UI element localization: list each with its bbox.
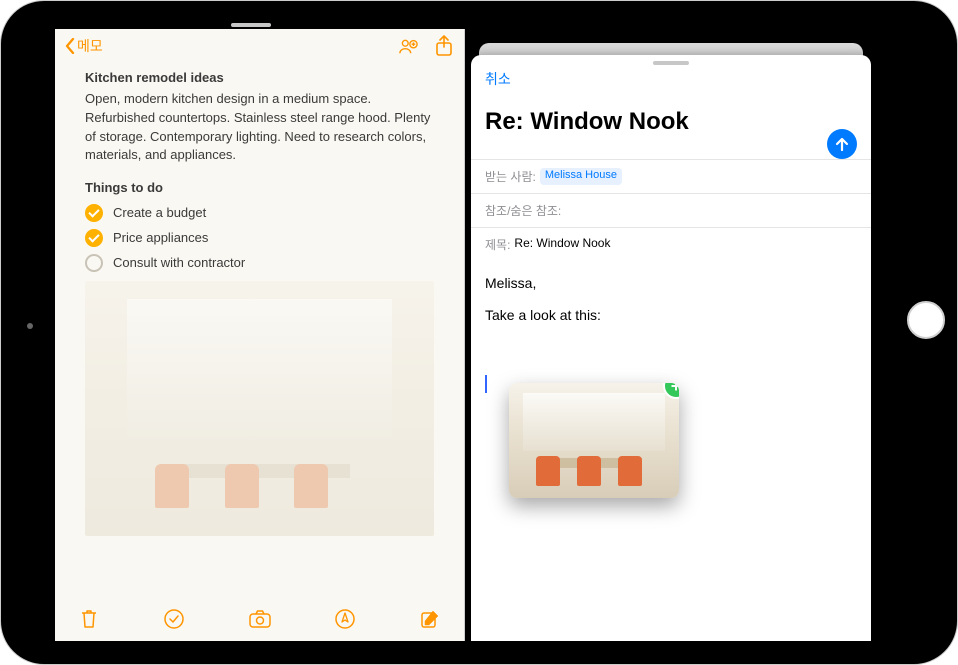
note-section-heading: Things to do — [85, 179, 434, 198]
todo-checkbox[interactable] — [85, 229, 103, 247]
notes-app-pane: 메모 Kitchen remodel ideas Open, modern ki… — [55, 29, 465, 641]
multitasking-handle-left[interactable] — [231, 23, 271, 27]
todo-item: Create a budget — [85, 204, 434, 223]
recipient-pill[interactable]: Melissa House — [540, 168, 622, 185]
mail-subject-heading: Re: Window Nook — [471, 102, 703, 146]
camera-button[interactable] — [248, 607, 272, 631]
split-view-screen: 메모 Kitchen remodel ideas Open, modern ki… — [55, 29, 875, 641]
cancel-button[interactable]: 취소 — [485, 69, 511, 89]
notes-header: 메모 — [55, 29, 464, 63]
note-content[interactable]: Kitchen remodel ideas Open, modern kitch… — [55, 63, 464, 597]
note-attached-image[interactable] — [85, 281, 434, 536]
send-button[interactable] — [827, 129, 857, 159]
battery-percent: 100% — [811, 12, 839, 24]
todo-item: Price appliances — [85, 229, 434, 248]
notes-bottom-toolbar — [55, 597, 464, 641]
back-label: 메모 — [77, 36, 103, 56]
share-button[interactable] — [434, 36, 454, 56]
mail-body-editor[interactable]: Melissa, Take a look at this: + — [471, 261, 871, 641]
trash-button[interactable] — [77, 607, 101, 631]
todo-checkbox[interactable] — [85, 204, 103, 222]
battery-icon — [843, 13, 865, 23]
status-bar: 오전 9:41 9월 10일 화요일 100% — [55, 9, 875, 27]
cc-label: 참조/숨은 참조: — [485, 202, 561, 219]
mail-body-line: Melissa, — [485, 275, 857, 291]
cc-bcc-field[interactable]: 참조/숨은 참조: — [471, 193, 871, 227]
to-field[interactable]: 받는 사람: Melissa House — [471, 159, 871, 193]
note-description: Open, modern kitchen design in a medium … — [85, 90, 434, 165]
wifi-icon — [793, 13, 807, 23]
mail-app-pane: 취소 Re: Window Nook 받는 사람: Melissa House … — [465, 29, 875, 641]
subject-value: Re: Window Nook — [514, 236, 610, 253]
ipad-frame: 오전 9:41 9월 10일 화요일 100% — [0, 0, 958, 665]
status-date: 9월 10일 화요일 — [122, 10, 197, 26]
arrow-up-icon — [834, 136, 850, 152]
mail-body-line: Take a look at this: — [485, 307, 857, 323]
note-title: Kitchen remodel ideas — [85, 69, 434, 88]
to-label: 받는 사람: — [485, 168, 536, 185]
text-cursor — [485, 375, 487, 393]
home-button[interactable] — [907, 301, 945, 339]
back-button[interactable]: 메모 — [65, 36, 103, 56]
todo-item: Consult with contractor — [85, 254, 434, 273]
todo-checkbox[interactable] — [85, 254, 103, 272]
subject-label: 제목: — [485, 236, 510, 253]
dragged-image-thumbnail[interactable]: + — [509, 383, 679, 498]
mail-compose-sheet: 취소 Re: Window Nook 받는 사람: Melissa House … — [471, 55, 871, 641]
compose-button[interactable] — [418, 607, 442, 631]
collaborate-button[interactable] — [398, 36, 418, 56]
todo-label: Price appliances — [113, 229, 208, 248]
front-camera-dot — [27, 323, 33, 329]
todo-label: Consult with contractor — [113, 254, 245, 273]
markup-button[interactable] — [333, 607, 357, 631]
todo-label: Create a budget — [113, 204, 206, 223]
checklist-button[interactable] — [162, 607, 186, 631]
sheet-grabber[interactable] — [653, 61, 689, 65]
status-time-prefix: 오전 — [65, 10, 85, 26]
add-badge-icon: + — [663, 383, 679, 399]
subject-field[interactable]: 제목: Re: Window Nook — [471, 227, 871, 261]
status-time: 9:41 — [89, 12, 110, 24]
chevron-left-icon — [65, 38, 75, 54]
